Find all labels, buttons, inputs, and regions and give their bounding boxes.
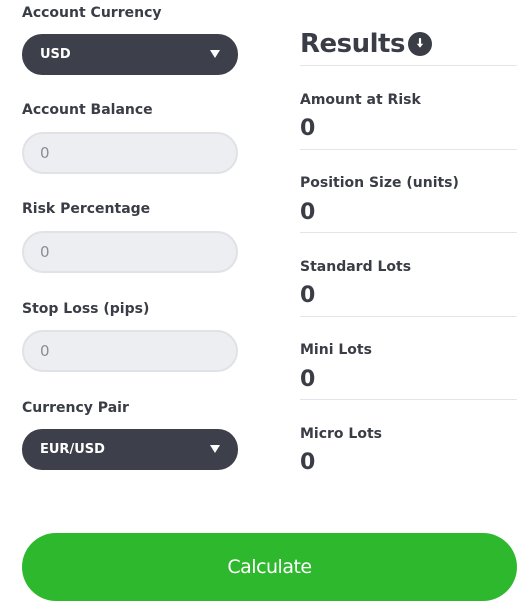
standard-lots-label: Standard Lots <box>300 259 412 275</box>
currency-pair-value: EUR/USD <box>40 442 105 457</box>
results-divider <box>300 149 517 150</box>
arrow-down-circle-icon[interactable] <box>408 32 432 56</box>
results-title: Results <box>300 29 405 59</box>
results-divider <box>300 399 517 400</box>
position-size-label: Position Size (units) <box>300 175 459 191</box>
position-size-value: 0 <box>300 200 316 225</box>
calculate-button[interactable]: Calculate <box>22 533 517 601</box>
stop-loss-label: Stop Loss (pips) <box>22 301 150 317</box>
mini-lots-label: Mini Lots <box>300 342 372 358</box>
position-size-calculator: Account Currency USD Account Balance Ris… <box>0 0 530 603</box>
chevron-down-icon <box>210 50 220 58</box>
account-currency-label: Account Currency <box>22 5 162 21</box>
results-divider <box>300 65 517 66</box>
currency-pair-select[interactable]: EUR/USD <box>22 429 238 470</box>
account-currency-value: USD <box>40 47 71 62</box>
risk-percentage-label: Risk Percentage <box>22 201 151 217</box>
stop-loss-input[interactable] <box>22 330 238 372</box>
chevron-down-icon <box>210 445 220 453</box>
account-currency-select[interactable]: USD <box>22 34 238 75</box>
micro-lots-label: Micro Lots <box>300 426 382 442</box>
currency-pair-label: Currency Pair <box>22 400 129 416</box>
micro-lots-value: 0 <box>300 450 316 475</box>
mini-lots-value: 0 <box>300 367 316 392</box>
risk-percentage-input[interactable] <box>22 231 238 273</box>
standard-lots-value: 0 <box>300 283 316 308</box>
account-balance-label: Account Balance <box>22 102 153 118</box>
amount-at-risk-label: Amount at Risk <box>300 92 421 108</box>
results-divider <box>300 232 517 233</box>
amount-at-risk-value: 0 <box>300 116 316 141</box>
account-balance-input[interactable] <box>22 132 238 174</box>
results-divider <box>300 316 517 317</box>
